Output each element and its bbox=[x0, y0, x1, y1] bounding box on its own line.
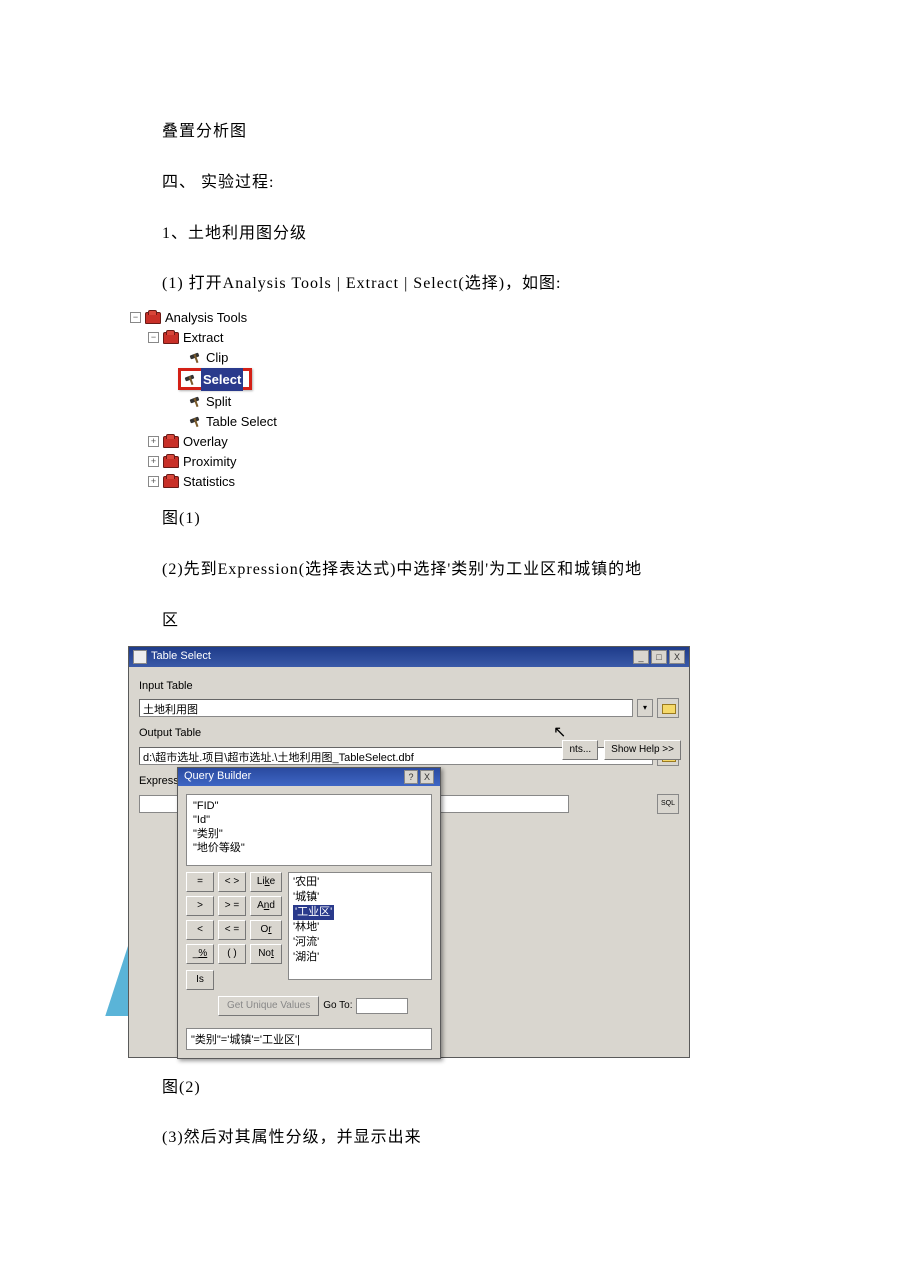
dialog-button-bar: nts... Show Help >> bbox=[562, 740, 681, 760]
where-clause-input[interactable]: "类别"='城镇'='工业区'| bbox=[186, 1028, 432, 1050]
tree-label: Clip bbox=[206, 346, 228, 369]
paragraph: (1) 打开Analysis Tools | Extract | Select(… bbox=[162, 270, 820, 299]
dropdown-button[interactable]: ▾ bbox=[637, 699, 653, 717]
tree-node-statistics[interactable]: + Statistics bbox=[128, 471, 438, 491]
selected-highlight: Select bbox=[178, 368, 252, 390]
operator-grid: = < > Like > > = And < < = Or _ % bbox=[186, 872, 282, 964]
tree-node-extract[interactable]: − Extract bbox=[128, 327, 438, 347]
expand-icon[interactable]: + bbox=[148, 456, 159, 467]
minimize-button[interactable]: _ bbox=[633, 650, 649, 664]
query-builder-dialog: Query Builder ? X "FID" "Id" "类别" "地价等级" bbox=[177, 767, 441, 1059]
value-item[interactable]: '城镇' bbox=[293, 890, 427, 905]
query-builder-title: Query Builder bbox=[184, 767, 251, 787]
op-equals[interactable]: = bbox=[186, 872, 214, 892]
paragraph: 1、土地利用图分级 bbox=[162, 220, 820, 249]
table-select-dialog: Table Select _ □ X Input Table 土地利用图 ▾ O… bbox=[128, 646, 690, 1058]
field-item[interactable]: "地价等级" bbox=[193, 841, 425, 855]
tree-node-overlay[interactable]: + Overlay bbox=[128, 431, 438, 451]
help-button[interactable]: ? bbox=[404, 770, 418, 784]
cursor-icon: ↖ bbox=[553, 719, 567, 737]
close-button[interactable]: X bbox=[420, 770, 434, 784]
op-notequal[interactable]: < > bbox=[218, 872, 246, 892]
toolbox-icon bbox=[161, 454, 181, 468]
toolbox-icon bbox=[143, 310, 163, 324]
paragraph: (3)然后对其属性分级，并显示出来 bbox=[162, 1124, 820, 1153]
field-item[interactable]: "Id" bbox=[193, 813, 425, 827]
sql-button[interactable]: SQL bbox=[657, 794, 679, 814]
tool-icon bbox=[183, 372, 199, 386]
op-not[interactable]: Not bbox=[250, 944, 282, 964]
op-is[interactable]: Is bbox=[186, 970, 214, 990]
arctoolbox-tree-figure: − Analysis Tools − Extract Clip Select S… bbox=[128, 307, 438, 491]
query-builder-titlebar[interactable]: Query Builder ? X bbox=[178, 768, 440, 786]
op-lt[interactable]: < bbox=[186, 920, 214, 940]
dialog-titlebar[interactable]: Table Select _ □ X bbox=[129, 647, 689, 667]
app-icon bbox=[133, 650, 147, 664]
show-help-button[interactable]: Show Help >> bbox=[604, 740, 681, 760]
value-item[interactable]: '湖泊' bbox=[293, 950, 427, 965]
paragraph: 四、 实验过程: bbox=[162, 169, 820, 198]
value-item[interactable]: '林地' bbox=[293, 920, 427, 935]
get-unique-values-button[interactable]: Get Unique Values bbox=[218, 996, 319, 1016]
tool-icon bbox=[188, 414, 204, 428]
op-gte[interactable]: > = bbox=[218, 896, 246, 916]
maximize-button[interactable]: □ bbox=[651, 650, 667, 664]
toolbox-icon bbox=[161, 434, 181, 448]
op-paren[interactable]: ( ) bbox=[218, 944, 246, 964]
op-underscore[interactable]: _ % bbox=[186, 944, 214, 964]
op-like[interactable]: Like bbox=[250, 872, 282, 892]
environments-button[interactable]: nts... bbox=[562, 740, 598, 760]
dialog-title: Table Select bbox=[151, 647, 211, 667]
op-gt[interactable]: > bbox=[186, 896, 214, 916]
tree-node-split[interactable]: Split bbox=[128, 391, 438, 411]
tool-icon bbox=[188, 350, 204, 364]
tree-node-select[interactable]: Select bbox=[128, 367, 438, 391]
expand-icon[interactable]: + bbox=[148, 436, 159, 447]
value-item[interactable]: '河流' bbox=[293, 935, 427, 950]
figure-caption: 图(2) bbox=[162, 1074, 820, 1103]
values-listbox[interactable]: '农田' '城镇' '工业区' '林地' '河流' '湖泊' bbox=[288, 872, 432, 980]
op-or[interactable]: Or bbox=[250, 920, 282, 940]
paragraph: 叠置分析图 bbox=[162, 118, 820, 147]
toolbox-icon bbox=[161, 330, 181, 344]
value-item[interactable]: '农田' bbox=[293, 875, 427, 890]
table-select-dialog-figure: Table Select _ □ X Input Table 土地利用图 ▾ O… bbox=[128, 646, 690, 1058]
paragraph: (2)先到Expression(选择表达式)中选择'类别'为工业区和城镇的地 bbox=[162, 556, 820, 585]
collapse-icon[interactable]: − bbox=[130, 312, 141, 323]
op-lte[interactable]: < = bbox=[218, 920, 246, 940]
input-table-field[interactable]: 土地利用图 bbox=[139, 699, 633, 717]
figure-caption: 图(1) bbox=[162, 505, 820, 534]
input-table-label: Input Table bbox=[139, 677, 679, 697]
paragraph: 区 bbox=[162, 607, 820, 636]
op-and[interactable]: And bbox=[250, 896, 282, 916]
field-item[interactable]: "类别" bbox=[193, 827, 425, 841]
close-button[interactable]: X bbox=[669, 650, 685, 664]
tool-icon bbox=[188, 394, 204, 408]
field-item[interactable]: "FID" bbox=[193, 799, 425, 813]
fields-listbox[interactable]: "FID" "Id" "类别" "地价等级" bbox=[186, 794, 432, 866]
tree-node-proximity[interactable]: + Proximity bbox=[128, 451, 438, 471]
tree-node-table-select[interactable]: Table Select bbox=[128, 411, 438, 431]
goto-label: Go To: bbox=[323, 997, 352, 1015]
expand-icon[interactable]: + bbox=[148, 476, 159, 487]
browse-button[interactable] bbox=[657, 698, 679, 718]
toolbox-icon bbox=[161, 474, 181, 488]
document-page: 叠置分析图 四、 实验过程: 1、土地利用图分级 (1) 打开Analysis … bbox=[0, 0, 920, 1275]
tree-node-clip[interactable]: Clip bbox=[128, 347, 438, 367]
goto-input[interactable] bbox=[356, 998, 408, 1014]
tree-node-analysis-tools[interactable]: − Analysis Tools bbox=[128, 307, 438, 327]
tree-label: Statistics bbox=[183, 470, 235, 493]
collapse-icon[interactable]: − bbox=[148, 332, 159, 343]
value-item[interactable]: '工业区' bbox=[293, 905, 427, 920]
tree-label: Select bbox=[201, 368, 243, 391]
